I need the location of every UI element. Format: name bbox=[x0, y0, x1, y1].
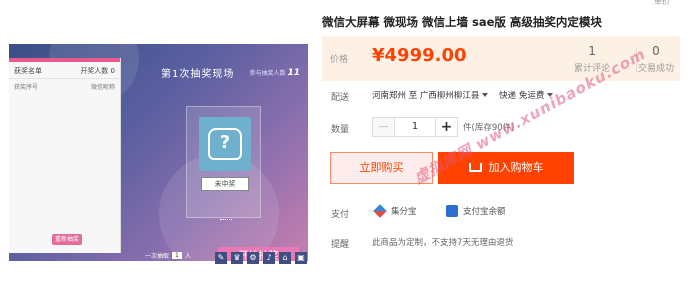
delivery-row: 河南郑州 至 广西柳州柳江县 快递 免运费 bbox=[372, 89, 561, 101]
jifenbao-icon bbox=[373, 204, 387, 218]
winner-list-count: 开奖人数 0 bbox=[80, 67, 115, 75]
increase-button[interactable]: + bbox=[435, 117, 458, 137]
price-label: 价格 bbox=[330, 55, 349, 65]
header-sliver-text: 单价 bbox=[654, 0, 670, 6]
delivery-destination: 广西柳州柳江县 bbox=[419, 91, 480, 101]
winner-list-title: 获奖名单 bbox=[14, 67, 42, 75]
chevron-down-icon bbox=[482, 93, 489, 97]
alipay-icon bbox=[446, 205, 458, 217]
crown-icon: ♛ bbox=[231, 252, 243, 264]
payment-method-label: 集分宝 bbox=[391, 207, 417, 217]
avatar-card: 未中奖 bbox=[186, 106, 261, 221]
cat-question-icon bbox=[208, 128, 242, 160]
product-preview-image: 获奖名单 开奖人数 0 获奖序号 微信昵称 重新抽奖 第1次抽奖现场 参与抽奖人… bbox=[9, 44, 308, 261]
transaction-count-label: 交易成功 bbox=[637, 64, 674, 74]
payment-method-label: 支付宝余额 bbox=[463, 207, 506, 217]
avatar-status-label: 未中奖 bbox=[201, 177, 249, 191]
avatar-placeholder bbox=[199, 117, 251, 171]
preview-toolbar: ✎ ♛ ⚙ ♪ ⌂ ▣ bbox=[215, 252, 307, 268]
screen-icon: ▣ bbox=[295, 252, 307, 264]
participant-count: 参与抽奖人数 11 bbox=[250, 68, 300, 78]
delivery-label: 配送 bbox=[331, 93, 350, 103]
gear-icon: ⚙ bbox=[247, 252, 259, 264]
participant-count-value: 11 bbox=[287, 68, 300, 78]
draw-count-row: 一次抽取 1 人 bbox=[145, 251, 191, 260]
payment-label: 支付 bbox=[331, 210, 350, 220]
notice-text: 此商品为定制，不支持7天无理由退货 bbox=[372, 238, 514, 248]
avatar-dots bbox=[220, 219, 232, 221]
column-prize: 获奖序号 bbox=[14, 84, 39, 91]
product-title: 微信大屏幕 微现场 微信上墙 sae版 高级抽奖内定模块 bbox=[322, 15, 602, 29]
winner-list-panel: 获奖名单 开奖人数 0 获奖序号 微信昵称 重新抽奖 bbox=[9, 58, 121, 253]
edit-icon: ✎ bbox=[215, 252, 227, 264]
quantity-label: 数量 bbox=[331, 125, 350, 135]
music-icon: ♪ bbox=[263, 252, 275, 264]
cart-icon bbox=[468, 163, 482, 172]
payment-method-alipay: 支付宝余额 bbox=[446, 205, 506, 217]
payment-method-jifenbao: 集分宝 bbox=[373, 204, 417, 218]
draw-count-value: 1 bbox=[172, 252, 182, 259]
add-to-cart-label: 加入购物车 bbox=[488, 161, 544, 174]
notice-label: 提醒 bbox=[331, 240, 350, 250]
review-count: 1 bbox=[588, 44, 596, 58]
quantity-input[interactable]: 1 bbox=[395, 117, 435, 137]
delivery-origin: 河南郑州 至 bbox=[372, 91, 418, 101]
scene-title: 第1次抽奖现场 bbox=[161, 69, 235, 80]
delivery-destination-select[interactable]: 广西柳州柳江县 bbox=[420, 91, 497, 101]
home-icon: ⌂ bbox=[279, 252, 291, 264]
draw-count-label: 一次抽取 bbox=[145, 253, 170, 260]
redraw-button: 重新抽奖 bbox=[52, 234, 82, 245]
decrease-button[interactable]: − bbox=[372, 117, 395, 137]
participant-count-label: 参与抽奖人数 bbox=[249, 70, 286, 77]
winner-list-columns: 获奖序号 微信昵称 bbox=[9, 79, 120, 94]
draw-count-unit: 人 bbox=[184, 253, 191, 260]
column-nickname: 微信昵称 bbox=[90, 84, 115, 91]
winner-list-header: 获奖名单 开奖人数 0 bbox=[9, 62, 120, 79]
product-price: ¥4999.00 bbox=[372, 45, 467, 66]
